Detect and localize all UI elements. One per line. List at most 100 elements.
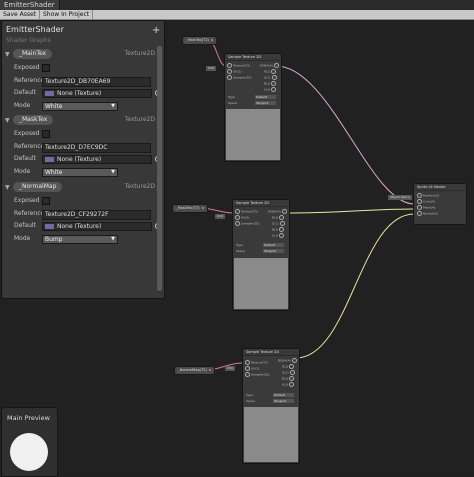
default-texture-field[interactable]: None (Texture) — [42, 222, 152, 231]
port-icon[interactable] — [291, 358, 297, 363]
output-port[interactable]: RGBA(4) — [268, 209, 287, 214]
reference-field[interactable]: Texture2D_CF29272F — [42, 210, 151, 220]
output-port-icon[interactable] — [210, 39, 213, 41]
output-port[interactable]: R(1) — [282, 364, 295, 369]
sample-texture-node-2[interactable]: Sample Texture 2D Texture(T2) UV(2) Samp… — [232, 199, 290, 311]
space-dropdown[interactable]: Tangent — [263, 249, 284, 253]
input-port[interactable]: UV(2) — [245, 366, 259, 371]
property-node-masktex[interactable]: _MaskTex(T2) — [172, 204, 208, 213]
property-header-maintex[interactable]: ▼ _MainTex Texture2D — [5, 49, 161, 59]
port-icon[interactable] — [245, 372, 250, 377]
input-port[interactable]: Normal(3) — [417, 211, 438, 216]
port-icon[interactable] — [273, 63, 279, 68]
input-port[interactable]: Sampler(SS) — [245, 372, 270, 377]
port-icon[interactable] — [289, 376, 295, 381]
port-icon[interactable] — [227, 63, 232, 68]
reference-field[interactable]: Texture2D_D7EC9DC — [42, 143, 151, 153]
port-icon[interactable] — [235, 221, 240, 226]
mode-dropdown[interactable]: Bump ▼ — [42, 235, 118, 244]
output-port[interactable]: A(1) — [282, 382, 295, 387]
output-port[interactable]: B(1) — [264, 81, 277, 86]
output-port[interactable]: A(1) — [264, 87, 277, 92]
property-header-masktex[interactable]: ▼ _MaskTex Texture2D — [5, 115, 161, 125]
port-icon[interactable] — [417, 193, 422, 198]
input-port[interactable]: Texture(T2) — [245, 360, 268, 365]
object-space-box[interactable]: Object Space — [388, 195, 412, 200]
output-port[interactable]: R(1) — [272, 215, 285, 220]
main-preview-panel[interactable]: Main Preview — [1, 407, 58, 477]
port-icon[interactable] — [227, 69, 232, 74]
port-icon[interactable] — [417, 205, 422, 210]
port-icon[interactable] — [271, 87, 277, 92]
output-port[interactable]: B(1) — [282, 376, 295, 381]
collapse-triangle-icon[interactable]: ▼ — [5, 51, 10, 58]
blackboard-scrollbar[interactable] — [157, 46, 162, 294]
port-icon[interactable] — [271, 69, 277, 74]
property-header-normalmap[interactable]: ▼ _NormalMap Texture2D — [5, 182, 161, 192]
port-icon[interactable] — [279, 233, 285, 238]
input-port[interactable]: Mask(4) — [417, 205, 435, 210]
port-icon[interactable] — [289, 370, 295, 375]
mode-dropdown[interactable]: White ▼ — [42, 102, 118, 111]
property-pill[interactable]: _NormalMap — [13, 182, 63, 192]
port-icon[interactable] — [245, 366, 250, 371]
property-pill[interactable]: _MainTex — [13, 49, 53, 59]
property-pill[interactable]: _MaskTex — [13, 115, 54, 125]
port-icon[interactable] — [227, 75, 232, 80]
port-icon[interactable] — [289, 382, 295, 387]
exposed-checkbox[interactable] — [42, 130, 50, 138]
input-port[interactable]: Color(4) — [417, 199, 435, 204]
type-dropdown[interactable]: Default — [273, 393, 294, 397]
input-port[interactable]: Sampler(SS) — [227, 75, 252, 80]
port-icon[interactable] — [271, 75, 277, 80]
output-port[interactable]: G(1) — [272, 221, 285, 226]
default-texture-field[interactable]: None (Texture) — [42, 89, 152, 98]
sprite-lit-master-node[interactable]: Sprite Lit Master Position(3) Color(4) M… — [413, 183, 467, 225]
input-port[interactable]: Texture(T2) — [235, 209, 258, 214]
mode-dropdown[interactable]: White ▼ — [42, 168, 118, 177]
port-icon[interactable] — [289, 364, 295, 369]
add-property-button[interactable]: + — [152, 26, 160, 36]
default-texture-field[interactable]: None (Texture) — [42, 155, 152, 164]
type-dropdown[interactable]: Default — [255, 95, 276, 99]
input-port[interactable]: UV(2) — [235, 215, 249, 220]
output-port[interactable]: A(1) — [272, 233, 285, 238]
port-icon[interactable] — [417, 199, 422, 204]
input-port[interactable]: Position(3) — [417, 193, 439, 198]
property-node-normalmap[interactable]: _NormalMap(T2) — [174, 366, 215, 375]
output-port[interactable]: B(1) — [272, 227, 285, 232]
output-port[interactable]: RGBA(4) — [260, 63, 279, 68]
preview-sphere[interactable] — [10, 433, 48, 471]
output-port[interactable]: RGBA(4) — [278, 358, 297, 363]
exposed-checkbox[interactable] — [42, 197, 50, 205]
output-port-icon[interactable] — [201, 207, 204, 209]
sample-texture-node-1[interactable]: Sample Texture 2D Texture(T2) UV(2) Samp… — [224, 53, 282, 162]
collapse-triangle-icon[interactable]: ▼ — [5, 184, 10, 191]
port-icon[interactable] — [279, 221, 285, 226]
uv-input-box[interactable]: UV0 — [215, 214, 226, 219]
port-icon[interactable] — [281, 209, 287, 214]
exposed-checkbox[interactable] — [42, 64, 50, 72]
space-dropdown[interactable]: Tangent — [255, 101, 276, 105]
port-icon[interactable] — [417, 211, 422, 216]
input-port[interactable]: Sampler(SS) — [235, 221, 260, 226]
port-icon[interactable] — [235, 215, 240, 220]
port-icon[interactable] — [271, 81, 277, 86]
type-dropdown[interactable]: Default — [263, 243, 284, 247]
input-port[interactable]: UV(2) — [227, 69, 241, 74]
port-icon[interactable] — [235, 209, 240, 214]
collapse-triangle-icon[interactable]: ▼ — [5, 117, 10, 124]
output-port[interactable]: G(1) — [264, 75, 277, 80]
output-port[interactable]: G(1) — [282, 370, 295, 375]
input-port[interactable]: Texture(T2) — [227, 63, 250, 68]
uv-input-box[interactable]: UV0 — [225, 366, 236, 371]
reference-field[interactable]: Texture2D_DB70EA69 — [42, 77, 151, 87]
uv-input-box[interactable]: UV0 — [206, 66, 217, 71]
sample-texture-node-3[interactable]: Sample Texture 2D Texture(T2) UV(2) Samp… — [242, 348, 300, 464]
port-icon[interactable] — [279, 227, 285, 232]
port-icon[interactable] — [245, 360, 250, 365]
output-port-icon[interactable] — [208, 369, 211, 371]
port-icon[interactable] — [279, 215, 285, 220]
property-node-maintex[interactable]: _MainTex(T2) — [182, 36, 217, 45]
space-dropdown[interactable]: Tangent — [273, 399, 294, 403]
